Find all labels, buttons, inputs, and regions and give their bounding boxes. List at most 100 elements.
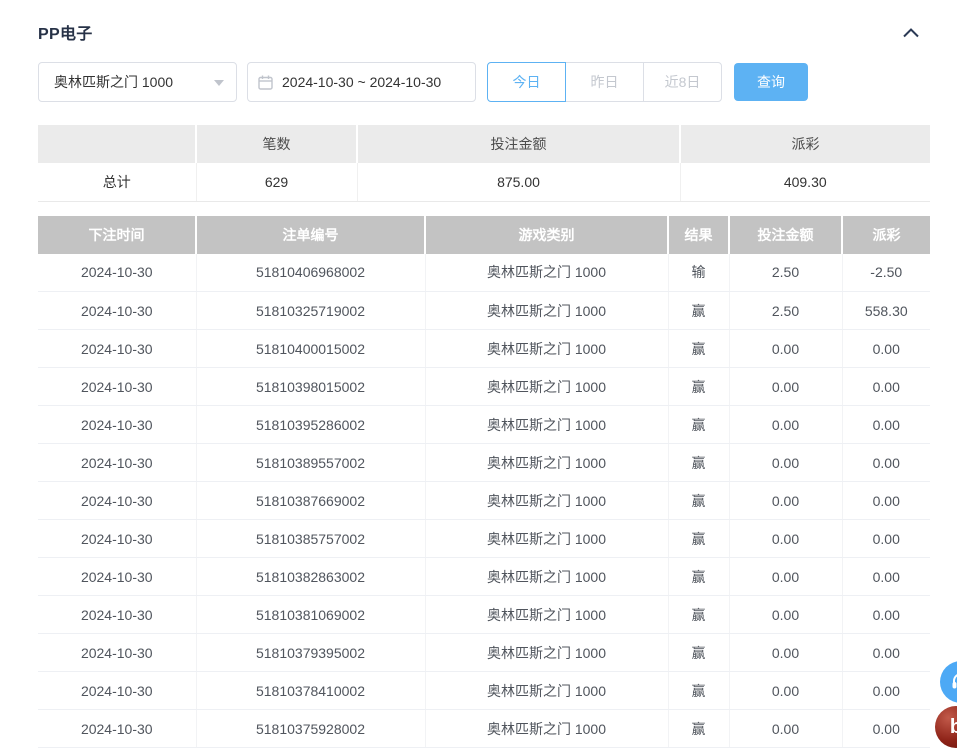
brand-letter: b <box>950 716 957 739</box>
bets-header-row: 下注时间 注单编号 游戏类别 结果 投注金额 派彩 <box>38 216 930 254</box>
summary-total-bet-amount: 875.00 <box>357 163 680 201</box>
summary-header-count: 笔数 <box>196 125 357 163</box>
summary-total-row: 总计 629 875.00 409.30 <box>38 163 930 201</box>
cell-bet-time: 2024-10-30 <box>38 710 196 748</box>
col-header-bet-id: 注单编号 <box>196 216 425 254</box>
cell-bet-amount: 0.00 <box>729 406 842 444</box>
table-row: 2024-10-30 51810325719002 奥林匹斯之门 1000 赢 … <box>38 292 930 330</box>
cell-bet-amount: 0.00 <box>729 558 842 596</box>
quick-button-last-8-days[interactable]: 近8日 <box>643 62 722 102</box>
filter-bar: 奥林匹斯之门 1000 2024-10-30 ~ 2024-10-30 今日 昨… <box>38 62 930 102</box>
cell-bet-time: 2024-10-30 <box>38 634 196 672</box>
cell-bet-time: 2024-10-30 <box>38 406 196 444</box>
quick-button-yesterday[interactable]: 昨日 <box>565 62 644 102</box>
cell-bet-id: 51810381069002 <box>196 596 425 634</box>
table-row: 2024-10-30 51810398015002 奥林匹斯之门 1000 赢 … <box>38 368 930 406</box>
panel-header: PP电子 <box>38 0 930 44</box>
quick-date-button-group: 今日 昨日 近8日 <box>487 62 722 102</box>
game-select[interactable]: 奥林匹斯之门 1000 <box>38 62 237 102</box>
cell-bet-amount: 2.50 <box>729 292 842 330</box>
summary-header-payout: 派彩 <box>680 125 930 163</box>
collapse-button[interactable] <box>900 25 922 40</box>
cell-payout: -2.50 <box>842 254 930 292</box>
cell-bet-id: 51810325719002 <box>196 292 425 330</box>
cell-bet-time: 2024-10-30 <box>38 254 196 292</box>
summary-table: 笔数 投注金额 派彩 总计 629 875.00 409.30 <box>38 125 930 202</box>
date-range-value: 2024-10-30 ~ 2024-10-30 <box>282 74 441 90</box>
cell-bet-amount: 0.00 <box>729 520 842 558</box>
cell-game-category: 奥林匹斯之门 1000 <box>425 292 668 330</box>
cell-payout: 0.00 <box>842 634 930 672</box>
cell-bet-time: 2024-10-30 <box>38 292 196 330</box>
cell-payout: 0.00 <box>842 520 930 558</box>
table-row: 2024-10-30 51810379395002 奥林匹斯之门 1000 赢 … <box>38 634 930 672</box>
cell-result: 赢 <box>668 710 729 748</box>
bets-table: 下注时间 注单编号 游戏类别 结果 投注金额 派彩 2024-10-30 518… <box>38 216 930 748</box>
table-row: 2024-10-30 51810406968002 奥林匹斯之门 1000 输 … <box>38 254 930 292</box>
cell-bet-time: 2024-10-30 <box>38 596 196 634</box>
cell-bet-time: 2024-10-30 <box>38 368 196 406</box>
cell-result: 赢 <box>668 672 729 710</box>
cell-bet-id: 51810378410002 <box>196 672 425 710</box>
cell-bet-amount: 0.00 <box>729 634 842 672</box>
cell-result: 赢 <box>668 634 729 672</box>
cell-bet-id: 51810395286002 <box>196 406 425 444</box>
cell-bet-amount: 0.00 <box>729 330 842 368</box>
cell-game-category: 奥林匹斯之门 1000 <box>425 406 668 444</box>
cell-result: 赢 <box>668 482 729 520</box>
cell-bet-amount: 0.00 <box>729 444 842 482</box>
cell-bet-id: 51810398015002 <box>196 368 425 406</box>
quick-button-today[interactable]: 今日 <box>487 62 566 102</box>
search-button[interactable]: 查询 <box>734 63 808 101</box>
cell-result: 赢 <box>668 368 729 406</box>
cell-payout: 0.00 <box>842 710 930 748</box>
page-title: PP电子 <box>38 20 93 44</box>
cell-result: 赢 <box>668 330 729 368</box>
cell-payout: 0.00 <box>842 330 930 368</box>
cell-game-category: 奥林匹斯之门 1000 <box>425 482 668 520</box>
cell-game-category: 奥林匹斯之门 1000 <box>425 254 668 292</box>
cell-bet-id: 51810379395002 <box>196 634 425 672</box>
summary-total-label: 总计 <box>38 163 196 201</box>
cell-bet-id: 51810375928002 <box>196 710 425 748</box>
cell-bet-amount: 0.00 <box>729 482 842 520</box>
cell-game-category: 奥林匹斯之门 1000 <box>425 672 668 710</box>
summary-total-payout: 409.30 <box>680 163 930 201</box>
cell-payout: 558.30 <box>842 292 930 330</box>
cell-game-category: 奥林匹斯之门 1000 <box>425 710 668 748</box>
cell-bet-id: 51810406968002 <box>196 254 425 292</box>
table-row: 2024-10-30 51810385757002 奥林匹斯之门 1000 赢 … <box>38 520 930 558</box>
cell-result: 赢 <box>668 520 729 558</box>
cell-result: 输 <box>668 254 729 292</box>
cell-bet-id: 51810400015002 <box>196 330 425 368</box>
cell-payout: 0.00 <box>842 672 930 710</box>
summary-header-bet-amount: 投注金额 <box>357 125 680 163</box>
cell-bet-id: 51810385757002 <box>196 520 425 558</box>
cell-game-category: 奥林匹斯之门 1000 <box>425 330 668 368</box>
cell-bet-time: 2024-10-30 <box>38 672 196 710</box>
cell-payout: 0.00 <box>842 406 930 444</box>
cell-payout: 0.00 <box>842 444 930 482</box>
cell-bet-amount: 0.00 <box>729 596 842 634</box>
cell-payout: 0.00 <box>842 482 930 520</box>
cell-payout: 0.00 <box>842 558 930 596</box>
cell-bet-time: 2024-10-30 <box>38 558 196 596</box>
chevron-up-icon <box>902 27 920 38</box>
col-header-bet-amount: 投注金额 <box>729 216 842 254</box>
cell-payout: 0.00 <box>842 368 930 406</box>
pp-electronic-panel: PP电子 奥林匹斯之门 1000 2024-10-30 ~ 2024-10-30… <box>0 0 957 748</box>
cell-bet-id: 51810387669002 <box>196 482 425 520</box>
table-row: 2024-10-30 51810375928002 奥林匹斯之门 1000 赢 … <box>38 710 930 748</box>
col-header-bet-time: 下注时间 <box>38 216 196 254</box>
table-row: 2024-10-30 51810381069002 奥林匹斯之门 1000 赢 … <box>38 596 930 634</box>
date-range-input[interactable]: 2024-10-30 ~ 2024-10-30 <box>247 62 476 102</box>
cell-bet-amount: 0.00 <box>729 368 842 406</box>
table-row: 2024-10-30 51810382863002 奥林匹斯之门 1000 赢 … <box>38 558 930 596</box>
table-row: 2024-10-30 51810387669002 奥林匹斯之门 1000 赢 … <box>38 482 930 520</box>
col-header-game-category: 游戏类别 <box>425 216 668 254</box>
table-row: 2024-10-30 51810395286002 奥林匹斯之门 1000 赢 … <box>38 406 930 444</box>
cell-game-category: 奥林匹斯之门 1000 <box>425 634 668 672</box>
headset-icon <box>950 671 957 693</box>
summary-header-empty <box>38 125 196 163</box>
cell-game-category: 奥林匹斯之门 1000 <box>425 368 668 406</box>
